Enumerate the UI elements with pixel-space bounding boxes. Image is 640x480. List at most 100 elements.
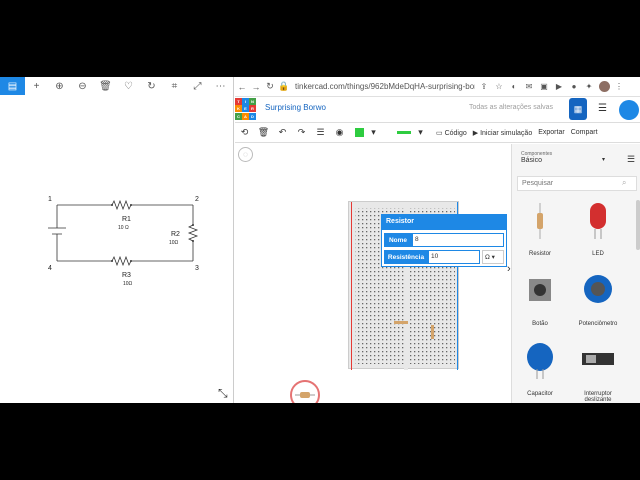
- extension-icon-2[interactable]: ✉: [523, 81, 535, 93]
- component-led[interactable]: LED: [570, 201, 626, 261]
- r1-value: 10 Ω: [118, 225, 129, 231]
- tinkercad-logo[interactable]: T I N K E R C A D: [235, 98, 257, 120]
- capacitor-icon: [527, 343, 553, 379]
- name-label: Nome: [384, 233, 412, 247]
- component-potentiometer[interactable]: Potenciômetro: [570, 271, 626, 331]
- project-title[interactable]: Surprising Borwo: [265, 103, 326, 112]
- resistor-icon: [537, 203, 543, 239]
- kebab-menu-icon[interactable]: ⋮: [613, 81, 625, 93]
- selected-resistor-indicator[interactable]: [290, 380, 320, 403]
- workplane[interactable]: ◌ Resistor Nome 8 Resistência 10 Ω ▾: [235, 144, 510, 403]
- rotate-view-icon[interactable]: ⟲: [235, 127, 254, 138]
- heart-icon[interactable]: ♡: [117, 77, 140, 95]
- export-button[interactable]: Exportar: [538, 129, 564, 136]
- tinkercad-header: T I N K E R C A D Surprising Borwo Todas…: [235, 97, 640, 123]
- extension-icon-3[interactable]: ▣: [538, 81, 550, 93]
- start-simulation-label: Iniciar simulação: [480, 129, 533, 137]
- node-3-label: 3: [195, 265, 199, 272]
- code-button[interactable]: ▭ Código: [436, 129, 467, 137]
- component-list-icon[interactable]: ☰: [598, 103, 607, 114]
- node-2-label: 2: [195, 196, 199, 203]
- extension-icon-5[interactable]: ●: [568, 81, 580, 93]
- back-icon[interactable]: ←: [235, 82, 249, 92]
- eye-icon[interactable]: ◉: [330, 127, 349, 138]
- name-input[interactable]: 8: [412, 233, 504, 247]
- delete-icon[interactable]: 🗑: [254, 127, 273, 138]
- unit-select[interactable]: Ω ▾: [482, 250, 504, 264]
- chevron-down-icon[interactable]: ▾: [602, 156, 605, 163]
- redo-icon[interactable]: ↷: [292, 127, 311, 138]
- profile-avatar[interactable]: [599, 81, 610, 92]
- rotate-icon[interactable]: ↻: [140, 77, 163, 95]
- reload-icon[interactable]: ↻: [263, 81, 277, 92]
- node-4-label: 4: [48, 265, 52, 272]
- pushbutton-icon: [529, 279, 551, 301]
- zoom-in-icon[interactable]: ⊕: [48, 77, 71, 95]
- resistance-label: Resistência: [384, 250, 428, 264]
- puzzle-icon[interactable]: ✦: [583, 81, 595, 93]
- logo-cell: T: [235, 98, 242, 105]
- start-simulation-button[interactable]: ▶ Iniciar simulação: [473, 129, 532, 137]
- color-dropdown-icon[interactable]: ▾: [364, 127, 383, 138]
- zoom-fit-icon[interactable]: ◌: [238, 147, 253, 162]
- resistance-input[interactable]: 10: [428, 250, 480, 264]
- component-label: Potenciômetro: [578, 321, 618, 327]
- browser-window: ← → ↻ 🔒 tinkercad.com/things/962bMdeDqHA…: [235, 77, 640, 403]
- save-status: Todas as alterações salvas: [469, 104, 554, 111]
- more-icon[interactable]: ⋯: [209, 77, 232, 95]
- panel-scrollbar[interactable]: [636, 200, 640, 250]
- led-icon: [590, 203, 606, 239]
- logo-cell: N: [249, 98, 256, 105]
- inspector-title: Resistor: [382, 215, 506, 230]
- resistor-on-breadboard[interactable]: [394, 321, 408, 324]
- url-field[interactable]: tinkercad.com/things/962bMdeDqHA-surpris…: [295, 82, 475, 91]
- search-input[interactable]: Pesquisar: [517, 176, 637, 191]
- logo-cell: C: [235, 112, 242, 120]
- editor-toolbar: ⟲ 🗑 ↶ ↷ ☰ ◉ ▾ ▾ ▭ Código ▶ Iniciar simul…: [235, 123, 640, 143]
- component-label: Interruptor deslizante: [584, 391, 612, 403]
- share-button[interactable]: Compart: [571, 129, 598, 136]
- resize-icon[interactable]: ⤡: [218, 386, 228, 401]
- circuit-view-button[interactable]: ▦: [569, 98, 587, 120]
- wire-dropdown-icon[interactable]: ▾: [411, 127, 430, 138]
- wire-type-picker[interactable]: [397, 131, 411, 134]
- extension-icon-4[interactable]: ▶: [553, 81, 565, 93]
- forward-icon[interactable]: →: [249, 82, 263, 92]
- user-avatar[interactable]: [619, 100, 639, 120]
- address-bar: ← → ↻ 🔒 tinkercad.com/things/962bMdeDqHA…: [235, 77, 640, 97]
- component-capacitor[interactable]: Capacitor: [512, 341, 568, 403]
- fullscreen-icon[interactable]: ⤢: [186, 77, 209, 95]
- resistor-on-breadboard[interactable]: [431, 325, 434, 339]
- component-button[interactable]: Botão: [512, 271, 568, 331]
- crop-icon[interactable]: ⌗: [163, 77, 186, 95]
- r2-name: R2: [171, 231, 180, 238]
- logo-cell: K: [235, 105, 242, 113]
- screen-frame: ▤ + ⊕ ⊖ 🗑 ♡ ↻ ⌗ ⤢ ⋯ 1 2 3 4 R1 10 Ω R2 1…: [0, 77, 640, 403]
- r2-value: 10Ω: [169, 240, 179, 246]
- undo-icon[interactable]: ↶: [273, 127, 292, 138]
- component-resistor[interactable]: Resistor: [512, 201, 568, 261]
- star-icon[interactable]: ☆: [493, 81, 505, 93]
- logo-cell: R: [249, 105, 256, 113]
- share-icon[interactable]: ⇪: [478, 81, 490, 93]
- code-label: Código: [444, 129, 467, 137]
- logo-cell: D: [249, 112, 256, 120]
- r1-name: R1: [122, 216, 131, 223]
- lock-icon[interactable]: 🔒: [277, 81, 291, 92]
- component-slide-switch[interactable]: Interruptor deslizante: [570, 341, 626, 403]
- properties-inspector: Resistor Nome 8 Resistência 10 Ω ▾: [381, 214, 507, 267]
- list-view-icon[interactable]: ☰: [627, 154, 635, 165]
- notes-icon[interactable]: ☰: [311, 127, 330, 138]
- extension-icon-1[interactable]: ◐: [508, 81, 520, 93]
- schematic-panel: ▤ + ⊕ ⊖ 🗑 ♡ ↻ ⌗ ⤢ ⋯ 1 2 3 4 R1 10 Ω R2 1…: [0, 77, 234, 403]
- zoom-out-icon[interactable]: ⊖: [71, 77, 94, 95]
- search-icon[interactable]: ⌕: [622, 178, 626, 188]
- color-picker[interactable]: [355, 128, 364, 137]
- trash-icon[interactable]: 🗑: [94, 77, 117, 95]
- folder-icon[interactable]: ▤: [0, 77, 25, 95]
- component-label: Capacitor: [527, 391, 553, 397]
- slide-switch-icon: [582, 353, 614, 365]
- plus-icon[interactable]: +: [25, 77, 48, 95]
- r3-name: R3: [122, 272, 131, 279]
- category-select[interactable]: Básico: [521, 157, 542, 164]
